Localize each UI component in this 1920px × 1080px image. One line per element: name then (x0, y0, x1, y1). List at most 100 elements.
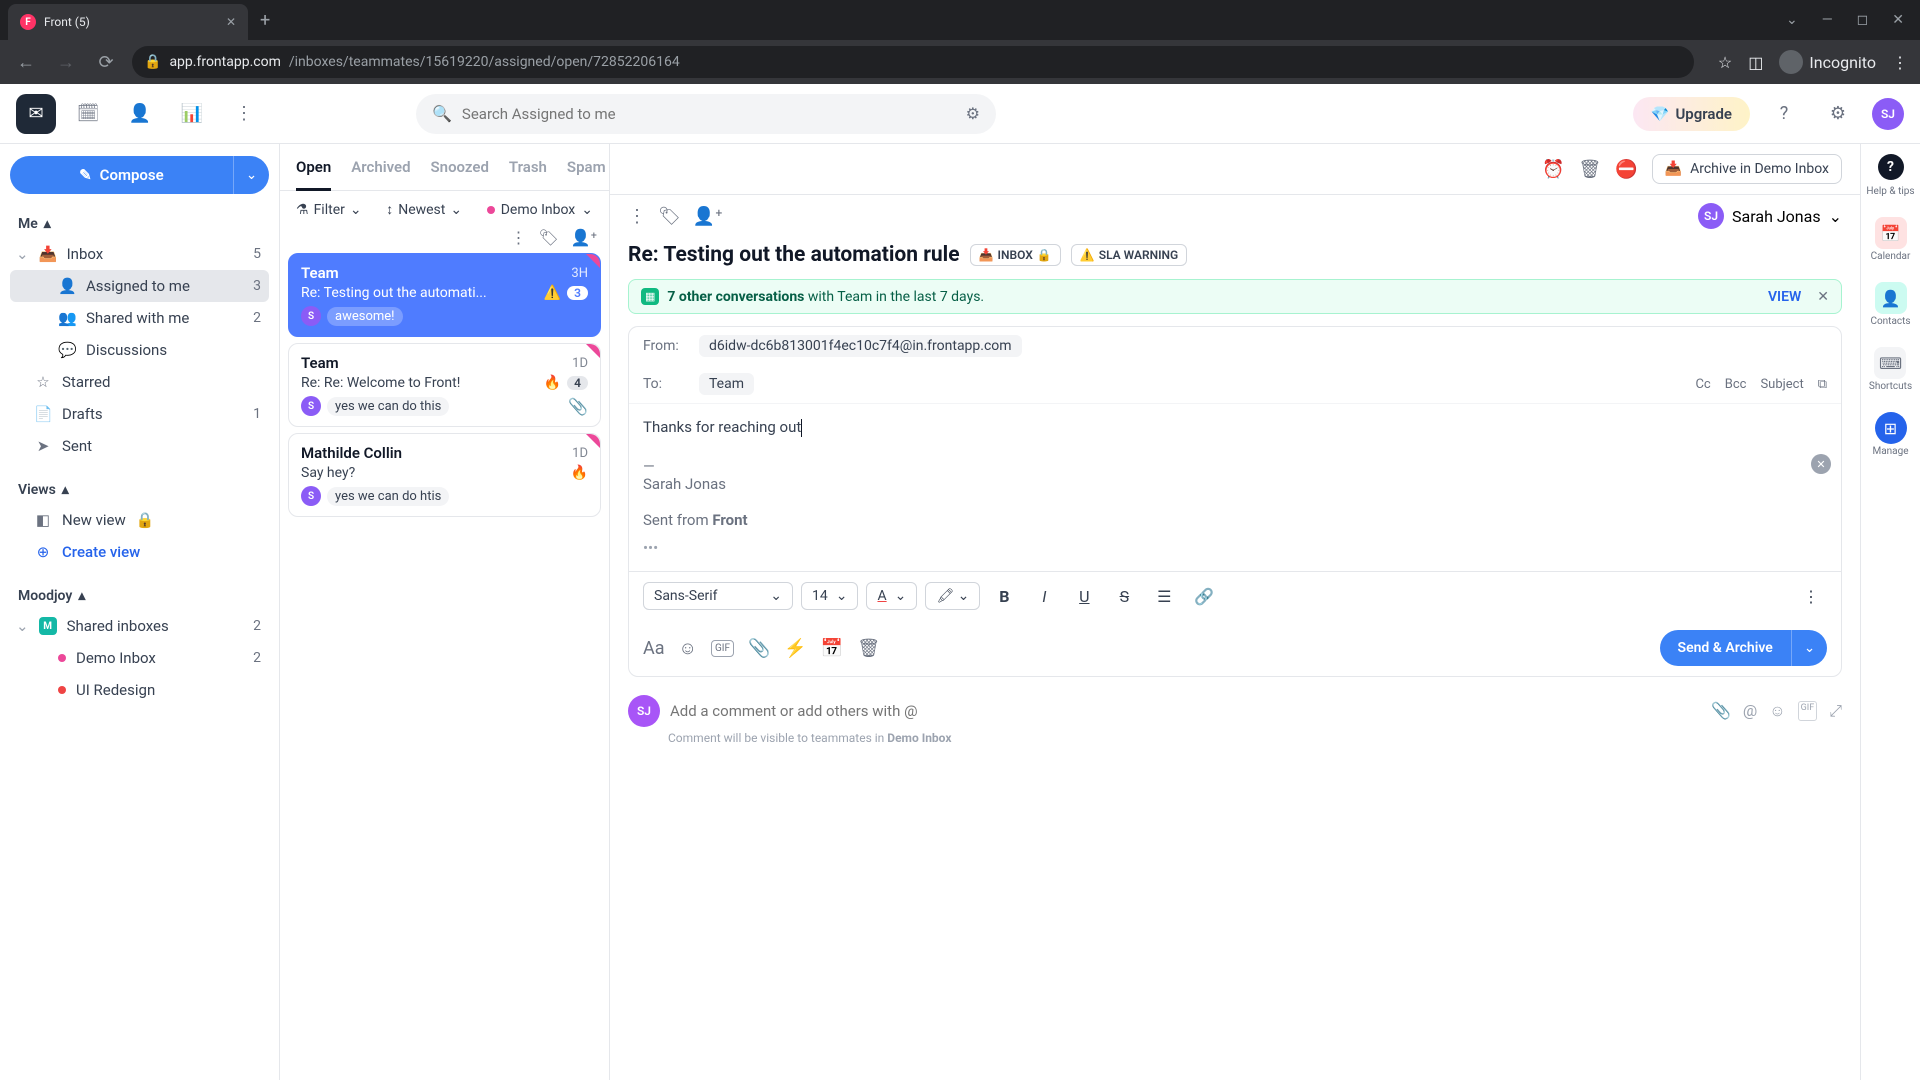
bold-button[interactable]: B (988, 580, 1020, 612)
address-bar[interactable]: 🔒 app.frontapp.com/inboxes/teammates/156… (132, 46, 1694, 78)
inbox-filter-chip[interactable]: Demo Inbox ⌄ (487, 202, 593, 218)
font-family-select[interactable]: Sans-Serif ⌄ (643, 582, 793, 610)
sidebar-item-assigned[interactable]: 👤 Assigned to me 3 (10, 270, 269, 302)
sidebar-item-drafts[interactable]: 📄 Drafts 1 (10, 398, 269, 430)
gif-icon[interactable]: GIF (711, 640, 734, 657)
spam-icon[interactable]: ⛔ (1615, 159, 1637, 180)
contacts-nav-icon[interactable]: 👤 (120, 94, 160, 134)
browser-menu-icon[interactable]: ⋮ (1892, 53, 1908, 72)
popout-icon[interactable]: ⧉ (1818, 377, 1827, 392)
comment-emoji-icon[interactable]: ☺ (1769, 701, 1785, 721)
schedule-icon[interactable]: 📅 (821, 638, 843, 659)
rail-shortcuts[interactable]: ⌨ Shortcuts (1869, 347, 1912, 392)
discard-icon[interactable]: 🗑 (857, 638, 880, 659)
conversation-item[interactable]: Team 1D Re: Re: Welcome to Front! 🔥 4 S … (288, 343, 601, 427)
filter-button[interactable]: ⚗ Filter ⌄ (296, 202, 362, 218)
close-tab-icon[interactable]: ✕ (226, 15, 236, 29)
more-icon[interactable]: ⋮ (628, 206, 646, 227)
conversation-menu-icon[interactable]: ⋮ 🏷 👤⁺ (292, 228, 597, 247)
maximize-icon[interactable]: ◻ (1857, 12, 1869, 28)
rail-manage[interactable]: ⊞ Manage (1872, 412, 1908, 457)
bookmark-icon[interactable]: ☆ (1718, 53, 1732, 72)
cc-button[interactable]: Cc (1695, 377, 1710, 392)
banner-close-icon[interactable]: ✕ (1817, 289, 1829, 305)
trash-icon[interactable]: 🗑 (1578, 159, 1601, 180)
sidebar-item-shared-inboxes[interactable]: ⌄ M Shared inboxes 2 (10, 610, 269, 642)
subject-button[interactable]: Subject (1760, 377, 1803, 392)
snooze-icon[interactable]: ⏰ (1542, 159, 1564, 180)
reload-button[interactable]: ⟳ (92, 52, 120, 73)
template-icon[interactable]: ⚡ (784, 638, 806, 659)
sla-label-chip[interactable]: ⚠️ SLA WARNING (1071, 244, 1187, 266)
tab-archived[interactable]: Archived (351, 158, 410, 190)
send-dropdown[interactable]: ⌄ (1791, 630, 1827, 666)
comment-expand-icon[interactable]: ⤢ (1829, 701, 1842, 721)
sidebar-item-ui-redesign[interactable]: UI Redesign (10, 674, 269, 706)
comment-input[interactable] (670, 702, 1701, 720)
assignee-selector[interactable]: SJ Sarah Jonas ⌄ (1698, 203, 1842, 229)
conversation-item[interactable]: Team 3H Re: Testing out the automati... … (288, 253, 601, 337)
list-button[interactable]: ☰ (1148, 580, 1180, 612)
comment-mention-icon[interactable]: @ (1743, 701, 1757, 721)
sidebar-item-create-view[interactable]: ⊕ Create view (10, 536, 269, 568)
tab-trash[interactable]: Trash (509, 158, 547, 190)
search-box[interactable]: 🔍 ⚙ (416, 94, 996, 134)
sidebar-item-shared[interactable]: 👥 Shared with me 2 (10, 302, 269, 334)
italic-button[interactable]: I (1028, 580, 1060, 612)
highlight-color-select[interactable]: 🖍 ⌄ (925, 582, 980, 610)
send-archive-button[interactable]: Send & Archive (1660, 630, 1791, 666)
emoji-icon[interactable]: ☺ (679, 638, 697, 659)
strikethrough-button[interactable]: S (1108, 580, 1140, 612)
calendar-nav-icon[interactable]: 🗓 (68, 94, 108, 134)
minimize-icon[interactable]: — (1822, 12, 1833, 28)
clear-signature-icon[interactable]: ✕ (1811, 454, 1831, 474)
me-section-header[interactable]: Me ▴ (10, 210, 269, 238)
browser-tab[interactable]: F Front (5) ✕ (8, 4, 248, 40)
inbox-nav-icon[interactable]: ✉ (16, 94, 56, 134)
comment-gif-icon[interactable]: GIF (1798, 701, 1818, 721)
text-color-select[interactable]: A ⌄ (866, 582, 917, 610)
user-avatar[interactable]: SJ (1872, 98, 1904, 130)
upgrade-button[interactable]: 💎 Upgrade (1633, 97, 1750, 131)
sidebar-item-discussions[interactable]: 💬 Discussions (10, 334, 269, 366)
underline-button[interactable]: U (1068, 580, 1100, 612)
comment-attach-icon[interactable]: 📎 (1711, 701, 1731, 721)
editor-body[interactable]: Thanks for reaching out ✕ — Sarah Jonas … (629, 404, 1841, 571)
forward-button[interactable]: → (52, 52, 80, 73)
help-icon[interactable]: ? (1764, 94, 1804, 134)
to-chip[interactable]: Team (699, 373, 754, 395)
attachment-icon[interactable]: 📎 (748, 638, 770, 659)
analytics-nav-icon[interactable]: 📊 (172, 94, 212, 134)
bcc-button[interactable]: Bcc (1725, 377, 1747, 392)
font-size-select[interactable]: 14 ⌄ (801, 582, 858, 610)
more-nav-icon[interactable]: ⋮ (224, 94, 264, 134)
tag-icon[interactable]: 🏷 (658, 206, 681, 227)
rail-calendar[interactable]: 📅 Calendar (1871, 217, 1911, 262)
search-input[interactable] (462, 105, 956, 123)
compose-button[interactable]: ✎ Compose (10, 156, 233, 194)
banner-view-link[interactable]: VIEW (1768, 289, 1801, 305)
assign-icon[interactable]: 👤⁺ (693, 206, 723, 227)
archive-button[interactable]: 📥 Archive in Demo Inbox (1652, 154, 1842, 184)
tab-dropdown-icon[interactable]: ⌄ (1786, 12, 1798, 28)
format-more-icon[interactable]: ⋮ (1795, 580, 1827, 612)
tab-snoozed[interactable]: Snoozed (431, 158, 489, 190)
rail-contacts[interactable]: 👤 Contacts (1870, 282, 1910, 327)
new-tab-button[interactable]: + (260, 10, 270, 31)
tab-open[interactable]: Open (296, 158, 331, 191)
conversation-item[interactable]: Mathilde Collin 1D Say hey? 🔥 S yes we c… (288, 433, 601, 517)
sidebar-item-sent[interactable]: ➤ Sent (10, 430, 269, 462)
views-section-header[interactable]: Views ▴ (10, 476, 269, 504)
incognito-badge[interactable]: Incognito (1779, 50, 1876, 74)
sidebar-item-inbox[interactable]: ⌄ 📥 Inbox 5 (10, 238, 269, 270)
close-window-icon[interactable]: ✕ (1892, 12, 1904, 28)
settings-icon[interactable]: ⚙ (1818, 94, 1858, 134)
text-format-icon[interactable]: Aa (643, 638, 665, 659)
search-filter-icon[interactable]: ⚙ (966, 104, 980, 123)
link-button[interactable]: 🔗 (1188, 580, 1220, 612)
help-tips-button[interactable]: ? (1878, 154, 1904, 180)
extensions-icon[interactable]: ◫ (1748, 53, 1763, 72)
sidebar-item-new-view[interactable]: ◧ New view 🔒 (10, 504, 269, 536)
tab-spam[interactable]: Spam (567, 158, 606, 190)
sort-button[interactable]: ↕ Newest ⌄ (386, 201, 462, 218)
